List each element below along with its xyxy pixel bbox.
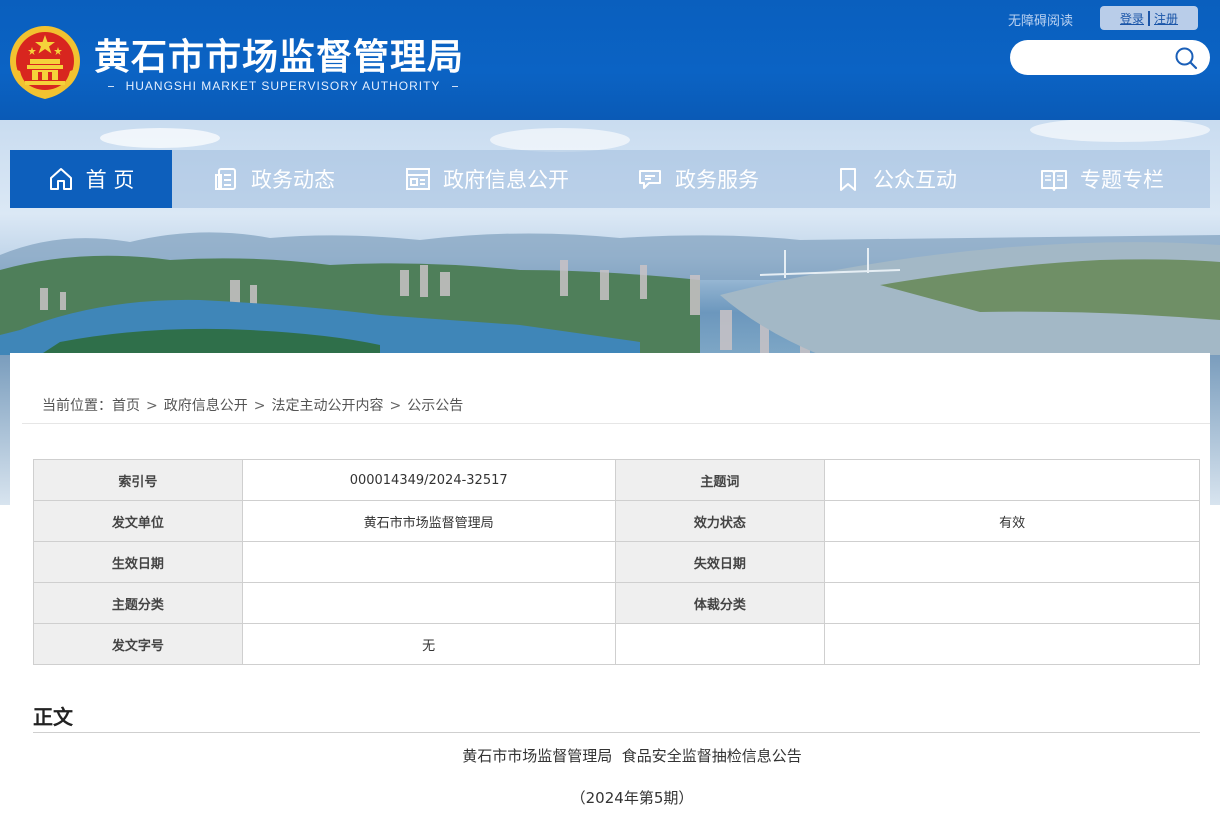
search-bar	[1010, 40, 1210, 75]
breadcrumb-item-statutory-content[interactable]: 法定主动公开内容	[271, 398, 383, 414]
breadcrumb: 当前位置：首页 > 政府信息公开 > 法定主动公开内容 > 公示公告	[42, 395, 463, 415]
nav-item-government-services[interactable]: 政务服务	[598, 150, 798, 208]
meta-label: 效力状态	[614, 500, 826, 542]
meta-value	[824, 582, 1200, 624]
home-icon	[49, 168, 72, 190]
info-panel-icon	[406, 168, 430, 190]
nav-item-special-topics[interactable]: 专题专栏	[994, 150, 1210, 208]
nav-item-label: 政务服务	[675, 168, 759, 192]
breadcrumb-separator: >	[146, 398, 158, 414]
meta-value	[241, 582, 616, 624]
section-divider	[33, 732, 1200, 733]
meta-label: 失效日期	[614, 541, 826, 583]
meta-label: 生效日期	[33, 541, 243, 583]
nav-item-home[interactable]: 首 页	[10, 150, 172, 208]
meta-value	[824, 459, 1200, 501]
auth-links: 登录 注册	[1100, 6, 1198, 30]
site-subtitle-text: HUANGSHI MARKET SUPERVISORY AUTHORITY	[125, 79, 441, 93]
site-subtitle: HUANGSHI MARKET SUPERVISORY AUTHORITY	[96, 79, 470, 93]
meta-value: 黄石市市场监督管理局	[241, 500, 616, 542]
nav-item-label: 专题专栏	[1080, 168, 1164, 192]
meta-value	[824, 623, 1200, 665]
nav-item-label: 政务动态	[251, 168, 335, 192]
breadcrumb-item-announcements[interactable]: 公示公告	[407, 398, 463, 414]
subtitle-line-right	[452, 85, 458, 87]
breadcrumb-item-info-disclosure[interactable]: 政府信息公开	[164, 398, 248, 414]
bookmark-icon	[840, 168, 856, 191]
meta-value	[241, 541, 616, 583]
nav-item-info-disclosure[interactable]: 政府信息公开	[376, 150, 598, 208]
meta-label: 发文字号	[33, 623, 243, 665]
subtitle-line-left	[108, 85, 114, 87]
section-title-body: 正文	[33, 705, 73, 729]
meta-value	[824, 541, 1200, 583]
auth-separator	[1148, 10, 1150, 26]
meta-label: 发文单位	[33, 500, 243, 542]
accessibility-link[interactable]: 无障碍阅读	[1008, 10, 1073, 29]
breadcrumb-divider	[22, 423, 1210, 424]
site-title: 黄石市市场监督管理局	[94, 37, 465, 78]
register-link[interactable]: 注册	[1154, 10, 1178, 27]
document-list-icon	[215, 168, 236, 190]
meta-empty-cell	[614, 623, 826, 665]
search-icon[interactable]	[1174, 46, 1198, 70]
breadcrumb-separator: >	[389, 398, 402, 414]
open-book-icon	[1041, 170, 1067, 191]
table-row: 发文单位 黄石市市场监督管理局 效力状态 有效	[33, 500, 1200, 542]
content-panel: 当前位置：首页 > 政府信息公开 > 法定主动公开内容 > 公示公告 索引号 0000143…	[10, 353, 1210, 818]
site-header: 黄石市市场监督管理局 HUANGSHI MARKET SUPERVISORY A…	[0, 0, 1220, 120]
table-row: 索引号 000014349/2024-32517 主题词	[33, 459, 1200, 501]
nav-item-government-news[interactable]: 政务动态	[172, 150, 376, 208]
breadcrumb-separator: >	[253, 398, 266, 414]
banner-edge-left	[0, 355, 10, 505]
login-link[interactable]: 登录	[1120, 10, 1144, 27]
nav-item-label: 政府信息公开	[443, 168, 569, 192]
meta-label: 索引号	[33, 459, 243, 501]
document-title: 黄石市市场监督管理局 食品安全监督抽检信息公告	[462, 747, 802, 765]
nav-item-public-interaction[interactable]: 公众互动	[798, 150, 994, 208]
meta-value: 无	[241, 623, 616, 665]
chat-service-icon	[639, 170, 661, 189]
table-row: 发文字号 无	[33, 623, 1200, 665]
search-input[interactable]	[1024, 46, 1174, 68]
document-metadata-table: 索引号 000014349/2024-32517 主题词 发文单位 黄石市市场监…	[33, 459, 1200, 665]
document-issue-number: （2024年第5期）	[570, 789, 694, 807]
breadcrumb-prefix: 当前位置：	[42, 398, 112, 414]
meta-label: 体裁分类	[614, 582, 826, 624]
nav-item-label: 首 页	[85, 168, 135, 192]
meta-value: 000014349/2024-32517	[241, 459, 616, 501]
banner-edge-right	[1210, 355, 1220, 505]
meta-label: 主题分类	[33, 582, 243, 624]
national-emblem-icon	[10, 26, 80, 99]
table-row: 生效日期 失效日期	[33, 541, 1200, 583]
table-row: 主题分类 体裁分类	[33, 582, 1200, 624]
breadcrumb-item-home[interactable]: 首页	[112, 398, 140, 414]
nav-item-label: 公众互动	[873, 168, 957, 192]
main-navigation: 首 页 政务动态 政府信息公开 政务服务 公众互动 专题专栏	[10, 150, 1210, 208]
meta-label: 主题词	[614, 459, 826, 501]
meta-value: 有效	[824, 500, 1200, 542]
